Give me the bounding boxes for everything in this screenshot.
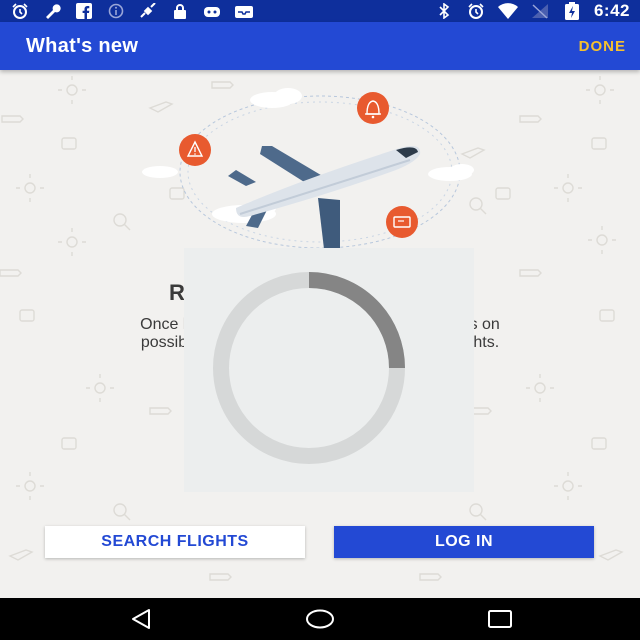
search-flights-button[interactable]: SEARCH FLIGHTS (45, 526, 305, 558)
signal-off-icon (530, 3, 550, 19)
status-icons-right: 6:42 (434, 1, 630, 21)
log-in-button[interactable]: LOG IN (334, 526, 594, 558)
alarm-icon (10, 3, 30, 19)
status-bar: 6:42 (0, 0, 640, 22)
onboarding-content: Real-tilights Once loggedcations on poss… (0, 70, 640, 598)
app-bar: What's new DONE (0, 22, 640, 70)
sun-doodle (58, 76, 86, 104)
page-title: What's new (26, 34, 139, 57)
done-button[interactable]: DONE (579, 38, 626, 55)
bell-icon (357, 92, 389, 124)
wrench-icon (42, 3, 62, 19)
status-icons-left (10, 3, 254, 19)
ticket-icon (386, 206, 418, 238)
facebook-icon (74, 3, 94, 19)
gamepad-icon (202, 3, 222, 19)
system-nav-bar (0, 598, 640, 640)
recents-icon[interactable] (485, 604, 515, 634)
info-icon (106, 3, 126, 19)
bluetooth-icon (434, 3, 454, 19)
warning-icon (179, 134, 211, 166)
home-icon[interactable] (305, 604, 335, 634)
back-icon[interactable] (126, 604, 156, 634)
inbox-icon (234, 3, 254, 19)
satellite-icon (138, 3, 158, 19)
alarm-icon (466, 3, 486, 19)
lock-icon (170, 3, 190, 19)
loading-spinner (213, 272, 405, 464)
loading-overlay (184, 248, 474, 492)
status-time: 6:42 (593, 1, 630, 20)
hero-illustration (142, 88, 474, 266)
wifi-icon (497, 3, 518, 19)
battery-charging-icon (562, 2, 582, 20)
